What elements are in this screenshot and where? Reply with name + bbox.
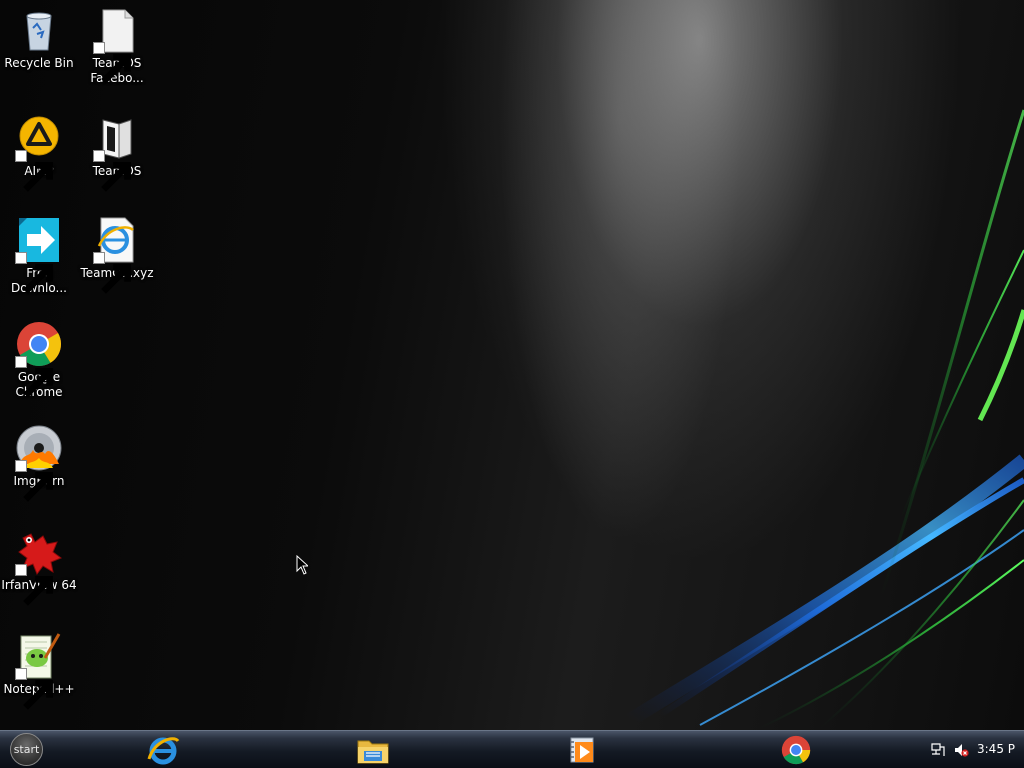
shortcut-arrow-icon (93, 42, 131, 84)
irfanview-icon (15, 528, 63, 606)
shortcut-arrow-icon (15, 356, 53, 398)
shortcut-arrow-icon (15, 150, 53, 192)
aimp-icon (15, 114, 63, 192)
desktop-icon-label: Recycle Bin (4, 56, 74, 70)
desktop-icon-teamos[interactable]: TeamOS (78, 114, 156, 192)
shortcut-arrow-icon (15, 564, 53, 606)
desktop-icon-recycle-bin[interactable]: Recycle Bin (0, 6, 78, 71)
volume-muted-icon[interactable] (953, 742, 969, 758)
taskbar-chrome-button[interactable] (779, 733, 813, 767)
desktop-icon-free-download[interactable]: Free Downlo... (0, 216, 78, 296)
shortcut-arrow-icon (15, 668, 53, 710)
internet-shortcut-icon (93, 216, 141, 294)
mouse-cursor-icon (296, 555, 308, 575)
desktop-icon-imgburn[interactable]: ImgBurn (0, 424, 78, 502)
imgburn-disc-icon (15, 424, 63, 502)
desktop-icon-notepad-plus-plus[interactable]: Notepad++ (0, 632, 78, 710)
shortcut-arrow-icon (15, 460, 53, 502)
desktop-icon-aimp[interactable]: AIMP (0, 114, 78, 192)
shortcut-arrow-icon (15, 252, 53, 294)
desktop-icon-teamos-xyz[interactable]: TeamOS.xyz (78, 216, 156, 294)
media-player-icon (570, 737, 594, 763)
taskbar-clock[interactable]: 3:45 P (977, 742, 1015, 756)
notepad-plus-plus-icon (15, 632, 63, 710)
desktop-icon-teamos-facebook[interactable]: TeamOS Facebo... (78, 6, 156, 86)
taskbar-file-explorer-button[interactable] (356, 733, 390, 767)
file-explorer-icon (357, 740, 389, 764)
desktop-icon-irfanview[interactable]: IrfanView 64 (0, 528, 78, 606)
recycle-bin-icon (15, 6, 63, 54)
start-button[interactable]: start (10, 733, 43, 766)
desktop-background: Recycle Bin TeamOS Facebo... AIMP TeamOS… (0, 0, 1024, 730)
chrome-icon (15, 320, 63, 398)
blank-document-icon (93, 6, 141, 84)
internet-explorer-icon (147, 737, 180, 765)
free-download-manager-icon (15, 216, 63, 294)
shortcut-arrow-icon (93, 150, 131, 192)
taskbar-media-player-button[interactable] (566, 733, 600, 767)
desktop-icon-google-chrome[interactable]: Google Chrome (0, 320, 78, 400)
shortcut-arrow-icon (93, 252, 131, 294)
network-icon[interactable] (930, 742, 946, 758)
taskbar-internet-explorer-button[interactable] (146, 733, 180, 767)
chrome-icon (781, 735, 811, 765)
taskbar: start 3:45 P (0, 730, 1024, 768)
folder-icon (93, 114, 141, 192)
wallpaper-swoosh (626, 109, 1024, 729)
